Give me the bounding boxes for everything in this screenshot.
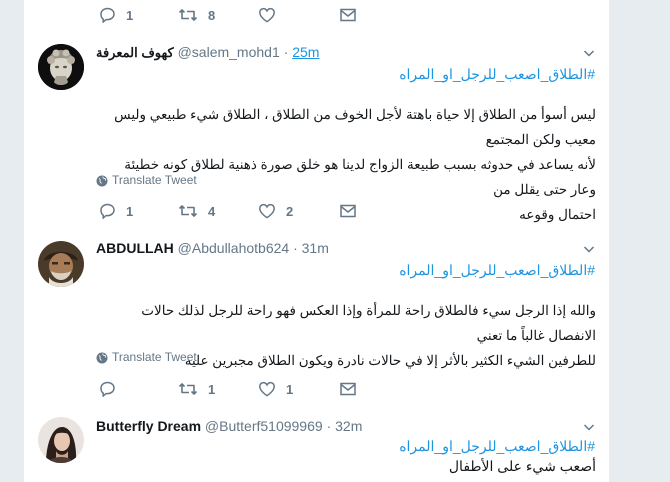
tweet[interactable]: Butterfly Dream @Butterf51099969 · 32m #… — [24, 405, 609, 482]
message-icon — [340, 8, 356, 22]
reply-icon — [100, 7, 115, 23]
reply-count: 1 — [126, 203, 134, 219]
timestamp[interactable]: 25m — [292, 44, 319, 60]
reply-button[interactable]: 1 — [99, 5, 133, 25]
hashtag-link[interactable]: #الطلاق_اصعب_للرجل_او_المراه — [399, 64, 595, 84]
chevron-down-icon[interactable] — [583, 47, 595, 59]
avatar-image — [38, 417, 84, 463]
translate-tweet-link[interactable]: Translate Tweet — [96, 172, 197, 188]
message-button[interactable] — [340, 5, 356, 25]
translate-label: Translate Tweet — [112, 350, 197, 364]
message-icon — [340, 204, 356, 218]
retweet-button[interactable]: 4 — [178, 201, 215, 221]
like-count: 1 — [286, 381, 294, 397]
reply-icon — [100, 381, 115, 397]
timestamp[interactable]: 31m — [302, 240, 329, 256]
retweet-icon — [178, 9, 198, 21]
reply-count: 1 — [126, 7, 134, 23]
tweet-text-line: ليس أسوأ من الطلاق إلا حياة باهتة لأجل ا… — [114, 107, 596, 147]
like-icon — [259, 381, 275, 397]
tweet-partial: 1 8 — [24, 0, 609, 34]
display-name[interactable]: كهوف المعرفة — [96, 45, 174, 60]
display-name[interactable]: Butterfly Dream — [96, 418, 201, 434]
reply-button[interactable] — [99, 379, 116, 399]
retweet-count: 4 — [208, 203, 216, 219]
retweet-icon — [178, 383, 198, 395]
globe-icon — [96, 352, 108, 364]
timestamp[interactable]: 32m — [335, 418, 362, 434]
user-handle[interactable]: @Abdullahotb624 — [178, 240, 290, 256]
tweet[interactable]: كهوف المعرفة @salem_mohd1 · 25m #الطلاق_… — [24, 33, 609, 231]
tweet-text-line: أصعب شيء على الأطفال — [448, 458, 596, 474]
message-button[interactable] — [340, 201, 356, 221]
chevron-down-icon[interactable] — [583, 243, 595, 255]
separator-dot: · — [283, 44, 289, 60]
tweet-header: كهوف المعرفة @salem_mohd1 · 25m — [96, 42, 319, 62]
retweet-icon — [178, 205, 198, 217]
message-button[interactable] — [340, 379, 356, 399]
tweet[interactable]: ABDULLAH @Abdullahotb624 · 31m #الطلاق_ا… — [24, 230, 609, 406]
chevron-down-icon[interactable] — [583, 421, 595, 433]
tweet-text-line: والله إذا الرجل سيء فالطلاق راحة للمرأة … — [141, 303, 596, 343]
like-button[interactable]: 1 — [258, 379, 293, 399]
separator-dot: · — [293, 240, 298, 256]
hashtag-link[interactable]: #الطلاق_اصعب_للرجل_او_المراه — [399, 260, 595, 280]
hashtag-link[interactable]: #الطلاق_اصعب_للرجل_او_المراه — [399, 436, 595, 456]
reply-icon — [100, 203, 115, 219]
retweet-button[interactable]: 1 — [178, 379, 215, 399]
retweet-count: 8 — [208, 7, 216, 23]
avatar[interactable] — [38, 417, 84, 463]
retweet-count: 1 — [208, 381, 216, 397]
reply-button[interactable]: 1 — [99, 201, 133, 221]
like-count: 2 — [286, 203, 294, 219]
tweet-header: ABDULLAH @Abdullahotb624 · 31m — [96, 238, 329, 258]
display-name[interactable]: ABDULLAH — [96, 240, 174, 256]
like-button[interactable]: 2 — [258, 201, 293, 221]
translate-label: Translate Tweet — [112, 173, 197, 187]
globe-icon — [96, 175, 108, 187]
like-icon — [259, 7, 275, 23]
tweet-header: Butterfly Dream @Butterf51099969 · 32m — [96, 416, 362, 436]
translate-tweet-link[interactable]: Translate Tweet — [96, 349, 197, 365]
like-button[interactable] — [258, 5, 276, 25]
tweet-text: أصعب شيء على الأطفال — [96, 455, 596, 477]
timeline: 1 8 كهوف المعرفة @salem_mohd1 · 25m #الط… — [24, 0, 609, 482]
avatar[interactable] — [38, 44, 84, 90]
retweet-button[interactable]: 8 — [178, 5, 215, 25]
avatar[interactable] — [38, 241, 84, 287]
avatar-image — [38, 241, 84, 287]
separator-dot: · — [326, 418, 332, 434]
avatar-image — [38, 44, 84, 90]
user-handle[interactable]: @salem_mohd1 — [178, 44, 280, 60]
message-icon — [340, 382, 356, 396]
like-icon — [259, 203, 275, 219]
user-handle[interactable]: @Butterf51099969 — [205, 418, 323, 434]
